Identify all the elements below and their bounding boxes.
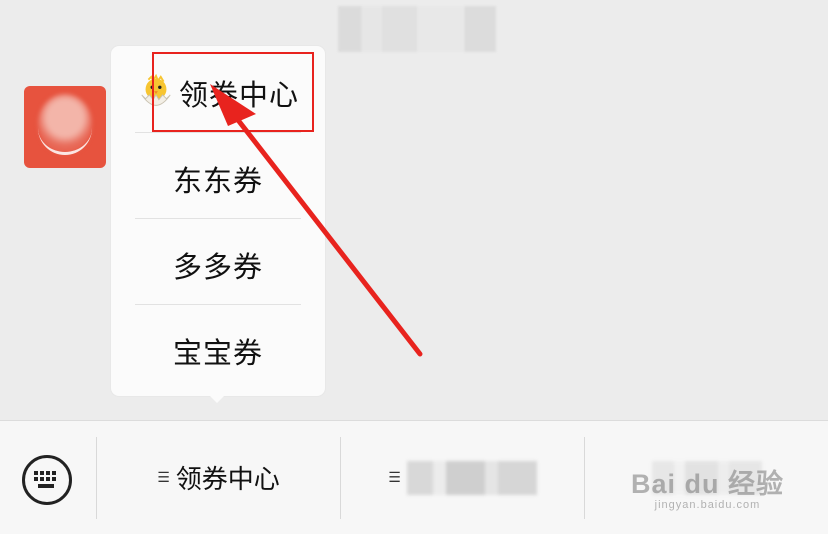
menu-item-duoduo-coupon[interactable]: 多多券 xyxy=(135,222,301,308)
avatar[interactable] xyxy=(24,86,106,168)
chat-title-blurred xyxy=(338,6,496,52)
keyboard-toggle-button[interactable] xyxy=(22,455,72,505)
tab-label: 领券中心 xyxy=(175,465,280,495)
tab-label-blurred xyxy=(406,460,537,495)
tab-coupon-center[interactable]: ☰ 领券中心 xyxy=(97,421,340,534)
menu-item-baobao-coupon[interactable]: 宝宝券 xyxy=(135,308,301,394)
highlight-box xyxy=(152,52,314,132)
watermark-main: Bai du 经验 xyxy=(630,469,784,499)
menu-item-label: 东东券 xyxy=(172,164,263,198)
tab-menu-2[interactable]: ☰ xyxy=(341,421,584,534)
menu-divider xyxy=(135,132,301,133)
menu-divider xyxy=(135,304,301,305)
popup-pointer xyxy=(210,396,224,403)
avatar-logo-smile xyxy=(38,116,92,155)
menu-list-icon: ☰ xyxy=(157,469,170,486)
menu-item-label: 多多券 xyxy=(172,250,263,284)
keyboard-icon xyxy=(34,471,56,488)
menu-list-icon: ☰ xyxy=(388,469,401,486)
menu-item-dongdong-coupon[interactable]: 东东券 xyxy=(135,136,301,222)
menu-item-label: 宝宝券 xyxy=(172,336,263,370)
baidu-jingyan-watermark: Bai du 经验 jingyan.baidu.com xyxy=(631,462,784,511)
menu-divider xyxy=(135,218,301,219)
